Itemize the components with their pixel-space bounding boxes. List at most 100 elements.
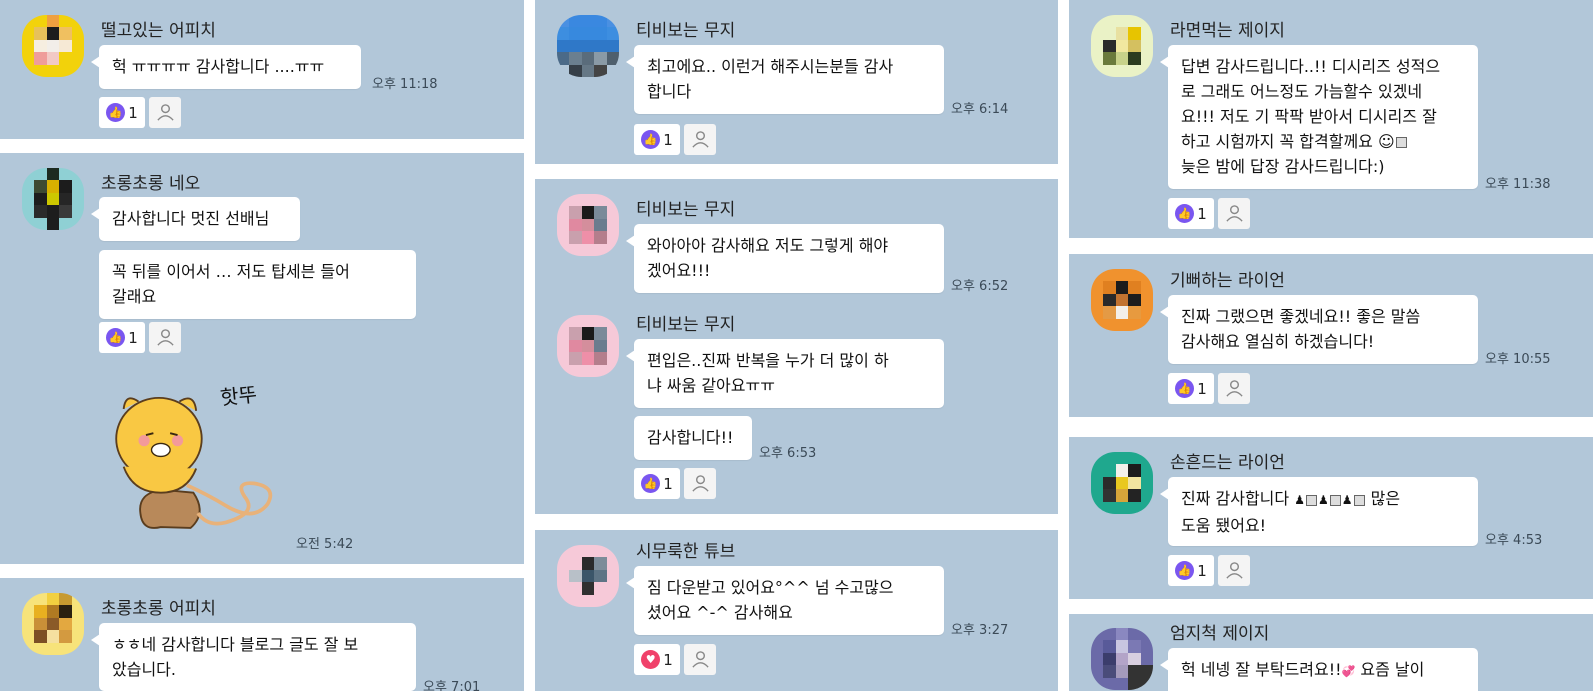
sender-name: 티비보는 무지	[636, 21, 736, 41]
sender-name: 기뻐하는 라이언	[1170, 271, 1285, 291]
message-line: 진짜 감사합니다 ♟ ♟ ♟ 많은	[1181, 489, 1401, 508]
like-count: 1	[1197, 561, 1207, 580]
message-bubble[interactable]: 짐 다운받고 있어요°^^ 넘 수고많으 셨어요 ^-^ 감사해요	[626, 566, 944, 635]
message-text: 헉 ㅠㅠㅠㅠ 감사합니다 ....ㅠㅠ	[112, 57, 325, 76]
avatar[interactable]	[22, 593, 84, 655]
sticker-image[interactable]	[105, 383, 291, 541]
person-icon	[1225, 205, 1243, 222]
message-line: 답변 감사드립니다..!! 디시리즈 성적으	[1181, 57, 1441, 76]
message-line: 요!!! 저도 기 팍팍 받아서 디시리즈 잘	[1181, 107, 1437, 126]
thumbs-up-icon: 👍	[106, 328, 126, 347]
person-icon	[1225, 562, 1243, 579]
avatar[interactable]	[1091, 269, 1153, 331]
reactors-button[interactable]	[684, 468, 716, 499]
like-button[interactable]: 👍 1	[1168, 555, 1214, 586]
sender-name: 초롱초롱 어피치	[101, 599, 216, 619]
avatar[interactable]	[1091, 15, 1153, 77]
like-count: 1	[663, 130, 673, 149]
like-button[interactable]: 👍 1	[99, 97, 145, 128]
avatar[interactable]	[22, 15, 84, 77]
message-line: ㅎㅎ네 감사합니다 블로그 글도 잘 보	[112, 635, 359, 654]
sender-name: 초롱초롱 네오	[101, 174, 201, 194]
like-count: 1	[128, 103, 138, 122]
heart-icon: ♥	[641, 650, 661, 669]
reactors-button[interactable]	[149, 322, 181, 353]
message-bubble[interactable]: 꼭 뒤를 이어서 … 저도 탑세븐 들어 갈래요	[99, 250, 416, 319]
reactors-button[interactable]	[149, 97, 181, 128]
reaction-bar: 👍 1	[99, 322, 181, 353]
message-time: 오후 6:52	[951, 279, 1009, 294]
message-time: 오후 7:01	[423, 680, 481, 691]
reactors-button[interactable]	[684, 124, 716, 155]
message-text: 감사합니다 멋진 선배님	[112, 209, 270, 228]
avatar[interactable]	[22, 168, 84, 230]
sender-name: 티비보는 무지	[636, 315, 736, 335]
like-button[interactable]: ♥ 1	[634, 644, 680, 675]
message-line: 와아아아 감사해요 저도 그렇게 해야	[647, 236, 889, 255]
message-line: 셨어요 ^-^ 감사해요	[647, 603, 793, 622]
avatar[interactable]	[1091, 452, 1153, 514]
avatar[interactable]	[557, 545, 619, 607]
chat-panel-1a: 떨고있는 어피치 헉 ㅠㅠㅠㅠ 감사합니다 ....ㅠㅠ 오후 11:18 👍 1	[0, 0, 524, 139]
message-line: 최고에요.. 이런거 해주시는분들 감사	[647, 57, 894, 76]
chat-panel-2b: 티비보는 무지 와아아아 감사해요 저도 그렇게 해야 겠어요!!! 오후 6:…	[535, 179, 1058, 514]
heart-emoji-icon: 💞	[1341, 665, 1356, 678]
like-count: 1	[1197, 204, 1207, 223]
message-text: 감사합니다!!	[647, 428, 734, 447]
chat-panel-1c: 초롱초롱 어피치 ㅎㅎ네 감사합니다 블로그 글도 잘 보 았습니다. 오후 7…	[0, 578, 524, 691]
thumbs-up-icon: 👍	[106, 103, 126, 122]
avatar[interactable]	[1091, 628, 1153, 690]
message-line: 꼭 뒤를 이어서 … 저도 탑세븐 들어	[112, 262, 350, 281]
message-bubble[interactable]: 헉 네넹 잘 부탁드려요!!💞 요즘 날이	[1160, 648, 1478, 691]
message-bubble[interactable]: ㅎㅎ네 감사합니다 블로그 글도 잘 보 았습니다.	[91, 623, 416, 691]
like-button[interactable]: 👍 1	[634, 468, 680, 499]
reaction-bar: 👍 1	[99, 97, 181, 128]
avatar[interactable]	[557, 194, 619, 256]
avatar[interactable]	[557, 15, 619, 77]
message-bubble[interactable]: 와아아아 감사해요 저도 그렇게 해야 겠어요!!!	[626, 224, 944, 293]
like-button[interactable]: 👍 1	[1168, 373, 1214, 404]
thumbs-up-icon: 👍	[1175, 379, 1195, 398]
reactors-button[interactable]	[1218, 555, 1250, 586]
reaction-bar: 👍 1	[1168, 555, 1250, 586]
reaction-bar: ♥ 1	[634, 644, 716, 675]
message-line: 짐 다운받고 있어요°^^ 넘 수고많으	[647, 578, 894, 597]
message-line: 갈래요	[112, 287, 157, 306]
person-icon	[156, 104, 174, 121]
message-time: 오후 4:53	[1485, 533, 1543, 548]
message-line: 편입은..진짜 반복을 누가 더 많이 하	[647, 351, 889, 370]
like-count: 1	[128, 328, 138, 347]
chat-panel-3a: 라면먹는 제이지 답변 감사드립니다..!! 디시리즈 성적으 로 그래도 어느…	[1069, 0, 1593, 238]
sender-name: 라면먹는 제이지	[1170, 21, 1285, 41]
message-line: 진짜 그랬으면 좋겠네요!! 좋은 말씀	[1181, 307, 1421, 326]
message-bubble[interactable]: 감사합니다!!	[634, 416, 752, 460]
chat-panel-3c: 손흔드는 라이언 진짜 감사합니다 ♟ ♟ ♟ 많은 도움 됐어요! 오후 4:53…	[1069, 437, 1593, 599]
like-button[interactable]: 👍 1	[1168, 198, 1214, 229]
reactors-button[interactable]	[1218, 373, 1250, 404]
message-line: 감사해요 열심히 하겠습니다!	[1181, 332, 1375, 351]
reactors-button[interactable]	[1218, 198, 1250, 229]
message-time: 오후 11:38	[1485, 177, 1551, 192]
reaction-bar: 👍 1	[634, 124, 716, 155]
message-line: 도움 됐어요!	[1181, 516, 1267, 535]
person-icon	[156, 329, 174, 346]
reaction-bar: 👍 1	[634, 468, 716, 499]
message-bubble[interactable]: 감사합니다 멋진 선배님	[91, 197, 300, 241]
thumbs-up-icon: 👍	[641, 130, 661, 149]
person-icon	[691, 131, 709, 148]
like-button[interactable]: 👍 1	[634, 124, 680, 155]
sender-name: 시무룩한 튜브	[636, 542, 736, 562]
message-bubble[interactable]: 진짜 그랬으면 좋겠네요!! 좋은 말씀 감사해요 열심히 하겠습니다!	[1160, 295, 1478, 364]
thumbs-up-icon: 👍	[1175, 204, 1195, 223]
sender-name: 떨고있는 어피치	[101, 21, 216, 41]
reactors-button[interactable]	[684, 644, 716, 675]
message-bubble[interactable]: 헉 ㅠㅠㅠㅠ 감사합니다 ....ㅠㅠ	[91, 45, 361, 89]
like-button[interactable]: 👍 1	[99, 322, 145, 353]
message-bubble[interactable]: 진짜 감사합니다 ♟ ♟ ♟ 많은 도움 됐어요!	[1160, 477, 1478, 546]
message-bubble[interactable]: 편입은..진짜 반복을 누가 더 많이 하 냐 싸움 같아요ㅠㅠ	[626, 339, 944, 408]
person-icon	[691, 475, 709, 492]
message-bubble[interactable]: 답변 감사드립니다..!! 디시리즈 성적으 로 그래도 어느정도 가늠할수 있…	[1160, 45, 1478, 189]
message-bubble[interactable]: 최고에요.. 이런거 해주시는분들 감사 합니다	[626, 45, 944, 114]
avatar[interactable]	[557, 315, 619, 377]
smile-emoji-icon: ☺	[1378, 132, 1395, 151]
